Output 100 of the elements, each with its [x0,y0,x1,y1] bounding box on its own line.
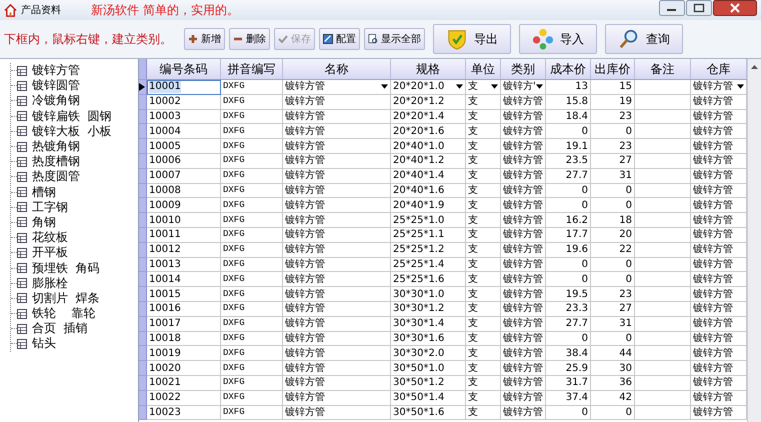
table-icon [17,248,27,258]
tree-item[interactable]: 槽钢 [32,184,56,200]
tree-item[interactable]: 镀锌方管 [32,63,80,78]
cell-text: 20*20*1.2 [393,95,444,108]
tree-item[interactable]: 镀锌圆管 [32,78,80,94]
cell-text: 支 [468,317,478,330]
minimize-button[interactable] [659,0,685,16]
cell-text: 镀锌方管 [503,362,543,375]
cell-text: 支 [468,124,478,138]
cell-text: DXFG [223,198,245,212]
cell-text: 0 [582,272,588,286]
cell-text: 30*50*1.0 [393,362,444,375]
cell-text: 19.5 [566,288,588,301]
cell-text: 镀锌方管 [693,124,733,138]
tree-item[interactable]: 热度圆管 [32,169,80,184]
toolbar-button[interactable]: 配置 [319,28,360,50]
cell-text: 0 [582,258,588,271]
tree-item[interactable]: 切割片 焊条 [32,290,100,306]
table-icon [17,142,27,152]
cell-text: 23.5 [566,154,588,168]
cell-text: 镀锌方管 [285,362,325,375]
cell-text: 10004 [149,124,181,138]
cell-text: 镀锌方管 [693,140,733,153]
tree-item[interactable]: 镀锌扁铁 圆钢 [32,108,112,124]
table-icon [17,278,27,288]
column-header[interactable]: 拼音编写 [221,59,283,79]
column-header[interactable]: 出库价 [591,59,635,79]
tree-item[interactable]: 工字钢 [32,200,68,215]
cell-text: 支 [468,391,478,404]
tree-item[interactable]: 预埋铁 角码 [32,260,100,276]
plus-icon [188,34,198,44]
cell-text: 镀锌方管 [693,184,733,197]
cell-text: 镀锌方管 [503,317,543,330]
toolbar-button[interactable]: 导出 [433,24,511,54]
cell-text: 18 [619,214,632,227]
toolbar-button[interactable]: 导入 [519,24,597,54]
column-header[interactable]: 备注 [635,59,691,79]
cell-text: 镀锌方管 [285,243,325,256]
toolbar-button[interactable]: 查询 [605,24,683,54]
dropdown-caret-icon[interactable] [491,84,498,90]
cell-text: 镀锌方管 [693,391,733,404]
column-header[interactable]: 类别 [501,59,546,79]
cell-text: 19.1 [566,140,588,153]
checkmark-icon [278,34,288,44]
cell-text: 镀锌方管 [503,154,543,168]
cell-text: 20*40*1.0 [393,140,444,153]
cell-text: 镀锌方管 [503,288,543,301]
cell-text: DXFG [223,317,245,330]
column-header[interactable]: 名称 [283,59,391,79]
tree-item[interactable]: 热镀角钢 [32,139,80,154]
dropdown-caret-icon[interactable] [737,84,744,90]
column-header[interactable]: 编号条码 [147,59,221,79]
tree-item[interactable]: 角钢 [32,214,56,230]
cell-text: 20*40*1.4 [393,169,444,182]
table-icon [17,217,27,228]
cell-text: 25*25*1.6 [393,272,444,286]
tree-item[interactable]: 钻头 [32,336,56,352]
maximize-button[interactable] [686,0,712,16]
toolbar-button[interactable]: 删除 [229,28,270,50]
cell-text: 镀锌方管 [285,95,325,108]
toolbar-button[interactable]: 新增 [184,28,225,50]
dropdown-caret-icon[interactable] [456,84,463,90]
toolbar-button[interactable]: 显示全部 [364,28,425,50]
cell-text: 镀锌方管 [285,376,325,390]
column-header[interactable]: 成本价 [546,59,591,79]
cell-text: 镀锌方管 [693,302,733,316]
cell-text: 支 [468,302,478,316]
cell-text: 镀锌方管 [693,288,733,301]
tree-item[interactable]: 合页 插销 [32,321,88,336]
row-header[interactable] [139,80,147,95]
cell-text: 镀锌方管 [503,332,543,345]
cell-text: 镀锌方管 [693,317,733,330]
cell-text: 18.4 [566,110,588,123]
cell-text: DXFG [223,288,245,301]
cell-text: 30*30*1.6 [393,332,444,345]
cell-text: DXFG [223,154,245,168]
column-header[interactable]: 单位 [466,59,501,79]
cell-text: 44 [619,346,632,360]
tree-item[interactable]: 铁轮 靠轮 [32,306,96,322]
dropdown-caret-icon[interactable] [381,84,388,90]
dropdown-caret-icon[interactable] [536,84,543,90]
cell-text: 镀锌方管 [285,272,325,286]
scrollbar[interactable] [747,59,761,422]
close-button[interactable] [713,0,757,16]
cell-text: 支 [468,140,478,153]
tree-item[interactable]: 花纹板 [32,230,68,246]
column-header[interactable]: 规格 [391,59,466,79]
cell-text: 0 [582,198,588,212]
cell-text: 31 [619,169,632,182]
tree-item[interactable]: 热度槽钢 [32,154,80,170]
tree-item[interactable]: 膨胀栓 [32,276,68,291]
tree-item[interactable]: 镀锌大板 小板 [32,124,112,139]
cell-text: 镀锌方管 [503,391,543,404]
tree-item[interactable]: 冷镀角钢 [32,93,80,108]
cell-text: 10013 [149,258,181,271]
cell-text: 支 [468,184,478,197]
cell-text: 10003 [149,110,181,123]
cell-text: 镀锌方管 [503,346,543,360]
cell-text: 支 [468,243,478,256]
tree-item[interactable]: 开平板 [32,245,68,260]
